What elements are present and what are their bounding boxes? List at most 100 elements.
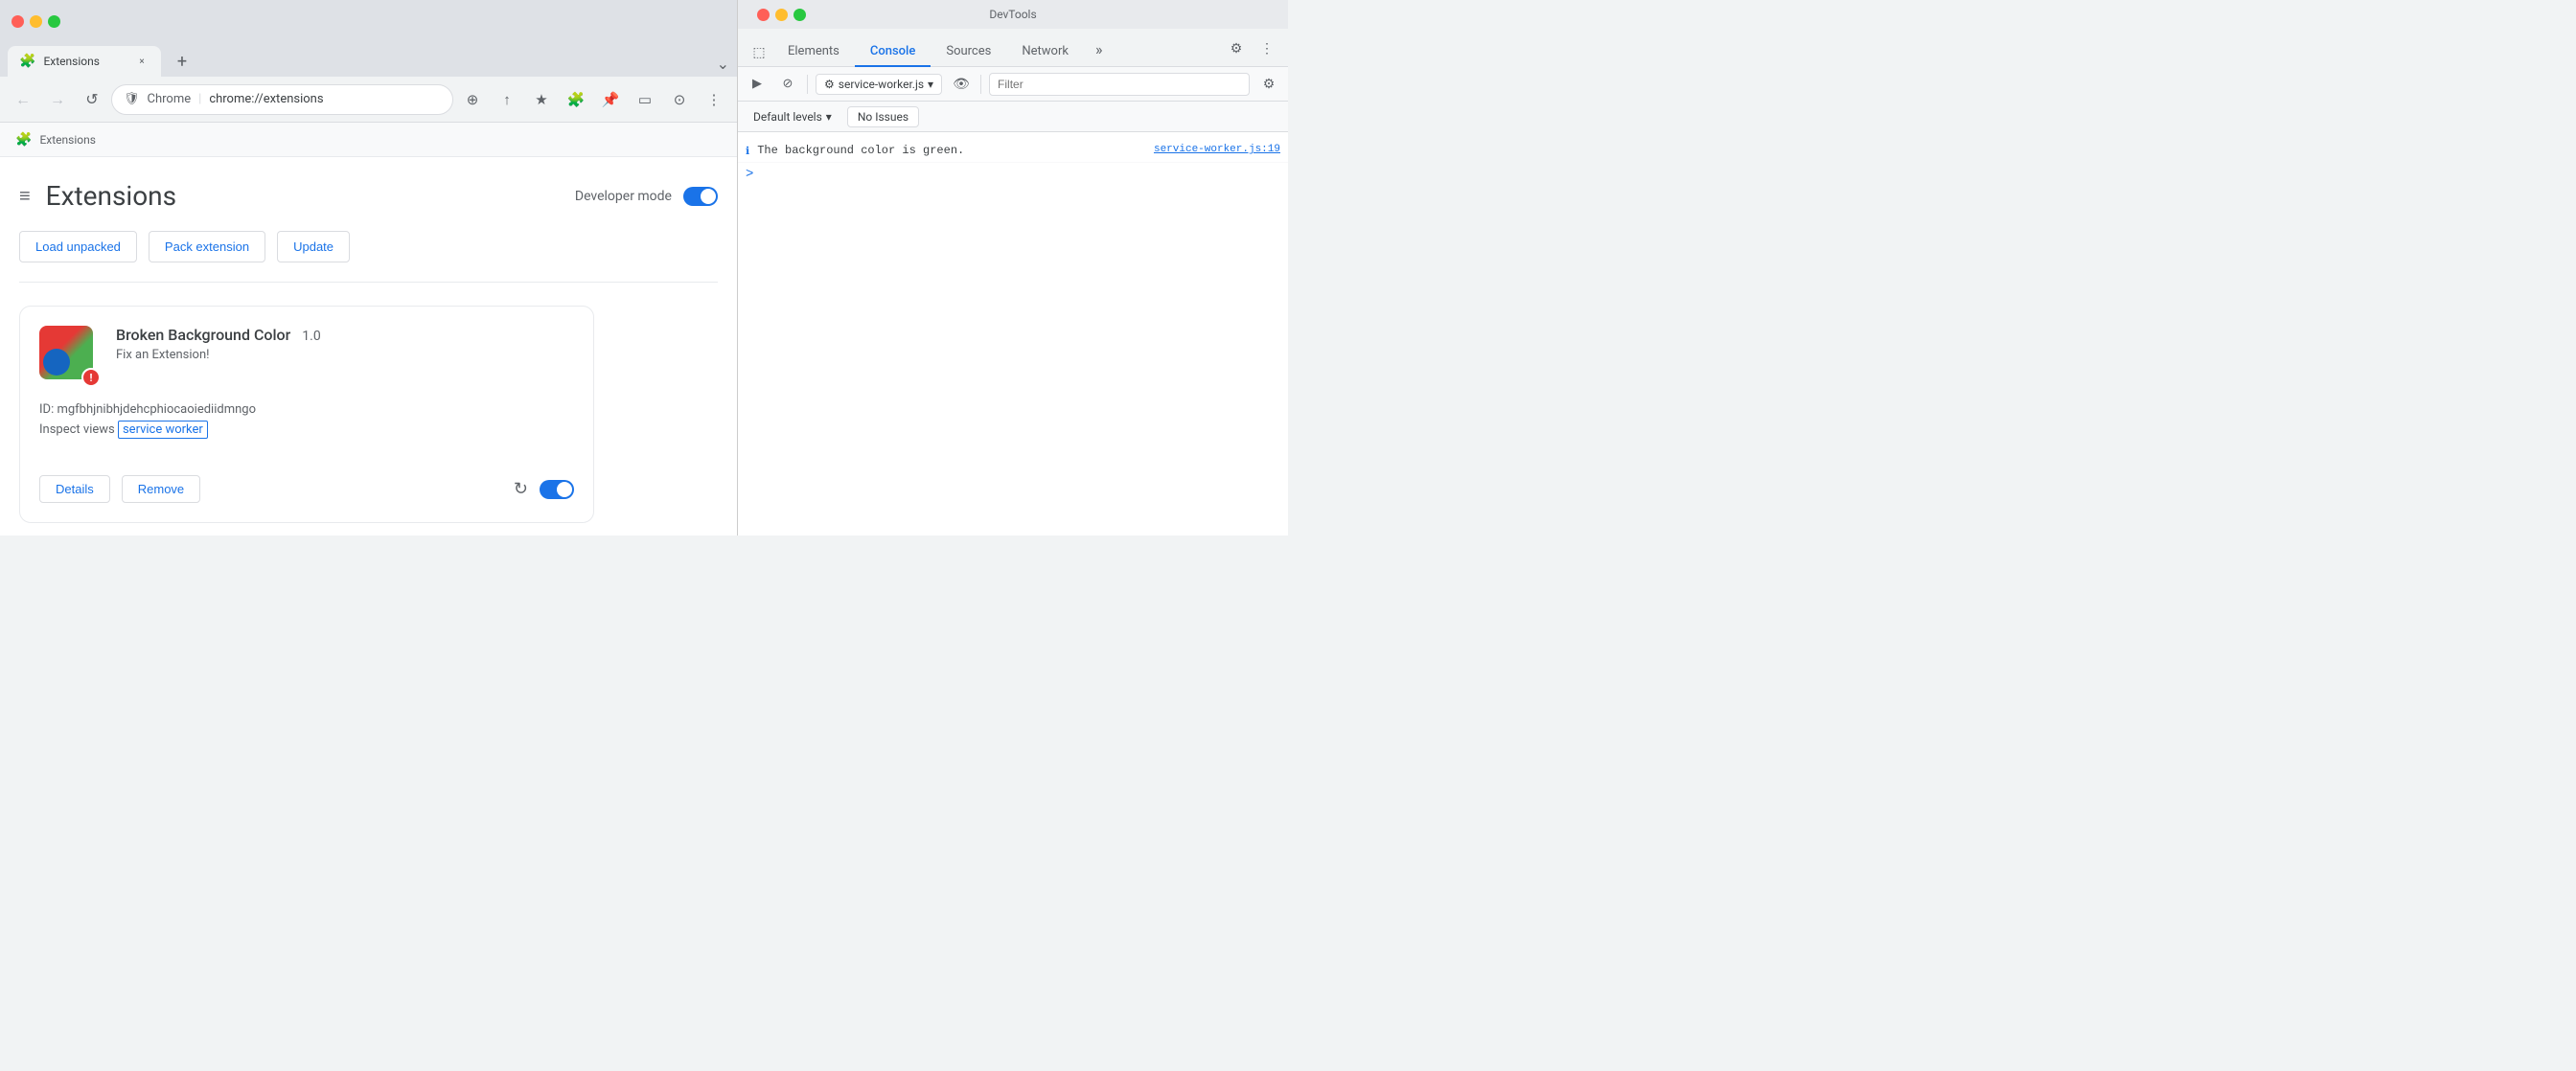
devtools-tab-actions: ⚙ ⋮ xyxy=(1223,35,1280,66)
address-bar: ← → ↺ 🛡 Chrome | chrome://extensions ⊕ ↑… xyxy=(0,77,737,123)
tab-bar: 🧩 Extensions × + ⌄ xyxy=(0,42,737,77)
extension-error-badge: ! xyxy=(81,368,101,387)
traffic-lights xyxy=(12,15,60,28)
inspect-views-label: Inspect views xyxy=(39,422,115,437)
prompt-arrow: > xyxy=(746,167,753,182)
toolbar-separator-2 xyxy=(980,75,981,94)
service-worker-link[interactable]: service worker xyxy=(118,421,208,439)
new-tab-button[interactable]: + xyxy=(169,48,196,75)
devtools-toolbar: ▶ ⊘ ⚙ service-worker.js ▾ 👁 ⚙ xyxy=(738,67,1288,102)
source-icon: ⚙ xyxy=(824,78,835,91)
secure-icon: 🛡 xyxy=(124,92,140,106)
console-settings-button[interactable]: ⚙ xyxy=(1257,73,1280,96)
extension-card: ! Broken Background Color 1.0 Fix an Ext… xyxy=(19,306,594,523)
omnibox-separator: | xyxy=(198,92,201,106)
breadcrumb: 🧩 Extensions xyxy=(0,123,737,157)
levels-label: Default levels xyxy=(753,110,822,124)
extension-card-actions: Details Remove ↻ xyxy=(39,467,574,503)
extensions-header-right: Developer mode xyxy=(575,187,718,206)
extensions-header-left: ≡ Extensions xyxy=(19,180,176,212)
update-button[interactable]: Update xyxy=(277,231,350,262)
toolbar-icons: ⊕ ↑ ★ 🧩 📌 ▭ ⊙ ⋮ xyxy=(457,84,729,115)
devtools-traffic-lights xyxy=(757,9,806,21)
more-tabs-button[interactable]: » xyxy=(1084,33,1115,66)
page-title: Extensions xyxy=(46,180,176,212)
log-source-link[interactable]: service-worker.js:19 xyxy=(1154,144,1280,155)
play-button[interactable]: ▶ xyxy=(746,73,769,96)
source-label: service-worker.js xyxy=(839,78,924,91)
console-prompt[interactable]: > xyxy=(738,163,1288,186)
devtools-title-bar: DevTools xyxy=(738,0,1288,29)
maximize-traffic-light[interactable] xyxy=(48,15,60,28)
dt-maximize-light[interactable] xyxy=(794,9,806,21)
source-selector[interactable]: ⚙ service-worker.js ▾ xyxy=(816,74,942,95)
toolbar-separator xyxy=(807,75,808,94)
extension-enable-toggle[interactable] xyxy=(540,480,574,499)
block-button[interactable]: ⊘ xyxy=(776,73,799,96)
extension-version: 1.0 xyxy=(302,329,320,344)
extension-id-section: ID: mgfbhjnibhjdehcphiocaoiediidmngo Ins… xyxy=(39,402,574,452)
zoom-icon[interactable]: ⊕ xyxy=(457,84,488,115)
remove-button[interactable]: Remove xyxy=(122,475,200,503)
console-filter-input[interactable] xyxy=(989,73,1250,96)
extensions-icon[interactable]: 🧩 xyxy=(561,84,591,115)
menu-icon[interactable]: ⋮ xyxy=(699,84,729,115)
omnibox[interactable]: 🛡 Chrome | chrome://extensions xyxy=(111,84,453,115)
browser-title-bar xyxy=(0,0,737,42)
bookmark-icon[interactable]: ★ xyxy=(526,84,557,115)
extensions-content: ≡ Extensions Developer mode Load unpacke… xyxy=(0,157,737,536)
developer-mode-toggle[interactable] xyxy=(683,187,718,206)
tab-elements[interactable]: Elements xyxy=(772,36,855,66)
extensions-header: ≡ Extensions Developer mode xyxy=(19,180,718,212)
extension-inspect: Inspect views service worker xyxy=(39,422,574,437)
reload-button[interactable]: ↺ xyxy=(77,84,107,115)
devtools-more-button[interactable]: ⋮ xyxy=(1254,35,1280,62)
breadcrumb-label: Extensions xyxy=(39,133,95,147)
devtools-panel: DevTools ⬚ Elements Console Sources Netw… xyxy=(738,0,1288,536)
no-issues-badge[interactable]: No Issues xyxy=(847,106,919,127)
dt-close-light[interactable] xyxy=(757,9,770,21)
levels-arrow: ▾ xyxy=(826,110,832,124)
dt-minimize-light[interactable] xyxy=(775,9,788,21)
extension-icon-inner xyxy=(43,349,70,376)
share-icon[interactable]: ↑ xyxy=(492,84,522,115)
eye-button[interactable]: 👁 xyxy=(950,73,973,96)
extension-id: ID: mgfbhjnibhjdehcphiocaoiediidmngo xyxy=(39,402,574,417)
log-text: The background color is green. xyxy=(757,144,1146,157)
extension-card-top: ! Broken Background Color 1.0 Fix an Ext… xyxy=(39,326,574,387)
profile-icon[interactable]: ⊙ xyxy=(664,84,695,115)
tab-network[interactable]: Network xyxy=(1006,36,1084,66)
breadcrumb-icon: 🧩 xyxy=(15,132,32,148)
extensions-tab[interactable]: 🧩 Extensions × xyxy=(8,46,161,77)
devtools-inspect-icon[interactable]: ⬚ xyxy=(746,39,772,66)
dev-mode-label: Developer mode xyxy=(575,189,672,204)
source-dropdown-icon: ▾ xyxy=(928,78,933,91)
devtools-secondary-toolbar: Default levels ▾ No Issues xyxy=(738,102,1288,132)
reload-extension-button[interactable]: ↻ xyxy=(514,479,528,499)
pushpin-icon[interactable]: 📌 xyxy=(595,84,626,115)
tab-sources[interactable]: Sources xyxy=(931,36,1006,66)
action-buttons: Load unpacked Pack extension Update xyxy=(19,231,718,283)
back-button[interactable]: ← xyxy=(8,84,38,115)
close-traffic-light[interactable] xyxy=(12,15,24,28)
log-icon: ℹ xyxy=(746,145,749,158)
forward-button[interactable]: → xyxy=(42,84,73,115)
tab-favicon: 🧩 xyxy=(19,54,35,69)
extension-name: Broken Background Color xyxy=(116,326,290,344)
load-unpacked-button[interactable]: Load unpacked xyxy=(19,231,137,262)
console-log-line: ℹ The background color is green. service… xyxy=(738,140,1288,163)
cast-icon[interactable]: ▭ xyxy=(630,84,660,115)
minimize-traffic-light[interactable] xyxy=(30,15,42,28)
tab-console[interactable]: Console xyxy=(855,36,931,66)
details-button[interactable]: Details xyxy=(39,475,110,503)
tab-menu-button[interactable]: ⌄ xyxy=(717,55,729,73)
pack-extension-button[interactable]: Pack extension xyxy=(149,231,265,262)
devtools-title: DevTools xyxy=(989,8,1036,21)
browser-panel: 🧩 Extensions × + ⌄ ← → ↺ 🛡 Chrome | chro… xyxy=(0,0,738,536)
hamburger-menu[interactable]: ≡ xyxy=(19,184,31,208)
devtools-settings-button[interactable]: ⚙ xyxy=(1223,35,1250,62)
omnibox-url[interactable]: chrome://extensions xyxy=(209,92,441,106)
tab-close-button[interactable]: × xyxy=(134,54,150,69)
default-levels-button[interactable]: Default levels ▾ xyxy=(746,107,840,126)
extension-name-row: Broken Background Color 1.0 xyxy=(116,326,574,344)
